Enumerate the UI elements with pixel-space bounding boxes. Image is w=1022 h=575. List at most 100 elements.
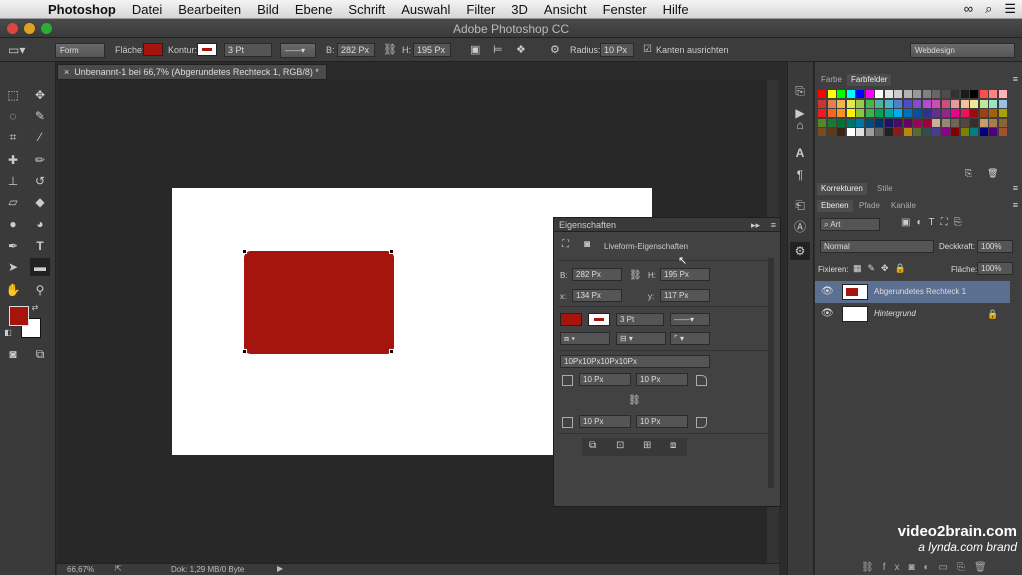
color-swatch[interactable] xyxy=(970,109,978,117)
zoom-tool-icon[interactable]: ⚲ xyxy=(30,281,50,299)
document-tab[interactable]: × Unbenannt-1 bei 66,7% (Abgerundetes Rec… xyxy=(57,64,327,80)
color-swatch[interactable] xyxy=(837,99,845,108)
radius-topleft-field[interactable]: 10 Px xyxy=(579,373,631,386)
color-swatch[interactable] xyxy=(913,118,921,127)
tab-korrekturen[interactable]: Korrekturen xyxy=(817,183,867,195)
color-swatch[interactable] xyxy=(856,90,864,98)
color-swatch[interactable] xyxy=(951,109,959,117)
color-swatch[interactable] xyxy=(932,109,940,117)
color-swatch[interactable] xyxy=(818,99,826,108)
color-swatch[interactable] xyxy=(846,109,855,117)
rounded-rectangle-shape[interactable] xyxy=(244,251,394,354)
tab-ebenen[interactable]: Ebenen xyxy=(817,200,853,212)
fill-color-swatch[interactable] xyxy=(143,43,163,56)
menu-schrift[interactable]: Schrift xyxy=(340,2,393,17)
color-swatch[interactable] xyxy=(932,118,940,127)
color-swatch[interactable] xyxy=(875,99,883,108)
color-swatch[interactable] xyxy=(865,90,874,98)
layer-row[interactable]: 👁 Hintergrund 🔒 xyxy=(815,303,1010,325)
panel-menu-icon[interactable]: ≡ xyxy=(771,218,776,232)
path-selection-tool-icon[interactable]: ➤ xyxy=(3,258,23,276)
color-swatch[interactable] xyxy=(865,109,874,117)
properties-scrollbar[interactable] xyxy=(768,258,774,488)
tab-farbe[interactable]: Farbe xyxy=(817,74,846,86)
healing-brush-tool-icon[interactable]: ✚ xyxy=(3,151,23,169)
status-menu-arrow-icon[interactable]: ▶ xyxy=(277,564,283,573)
color-swatch[interactable] xyxy=(875,128,883,136)
notification-list-icon[interactable]: ☰ xyxy=(1004,1,1016,17)
visibility-eye-icon[interactable]: 👁 xyxy=(821,303,834,325)
history-panel-icon[interactable]: ⎘ xyxy=(790,82,810,100)
swap-colors-icon[interactable]: ⇄ xyxy=(30,299,40,317)
delete-swatch-icon[interactable]: 🗑 xyxy=(987,168,998,179)
color-swatch[interactable] xyxy=(960,128,969,136)
quick-mask-icon[interactable]: ◙ xyxy=(3,345,23,363)
color-swatch[interactable] xyxy=(894,128,902,136)
zoom-level[interactable]: 66,67% xyxy=(67,565,94,574)
layer-name[interactable]: Abgerundetes Rechteck 1 xyxy=(874,281,966,303)
close-tab-icon[interactable]: × xyxy=(64,67,69,77)
tab-stile[interactable]: Stile xyxy=(873,183,897,195)
color-swatch[interactable] xyxy=(818,128,826,136)
marquee-tool-icon[interactable]: ⬚ xyxy=(3,86,23,104)
color-swatch[interactable] xyxy=(970,99,978,108)
link-radii-icon[interactable]: ⛓ xyxy=(628,395,641,406)
radius-bottomleft-field[interactable]: 10 Px xyxy=(579,415,631,428)
character-panel-icon[interactable]: A xyxy=(790,144,810,162)
layer-actions-icons[interactable]: ⛓fx◙◐▭⎘🗑 xyxy=(861,562,996,573)
gear-icon[interactable]: ⚙ xyxy=(550,42,560,58)
brush-tool-icon[interactable]: ✏ xyxy=(30,151,50,169)
stroke-width-field[interactable]: 3 Pt xyxy=(224,43,272,57)
color-swatch[interactable] xyxy=(903,118,912,127)
color-swatch[interactable] xyxy=(922,90,931,98)
menu-3d[interactable]: 3D xyxy=(503,2,536,17)
color-swatch[interactable] xyxy=(941,90,950,98)
color-swatch[interactable] xyxy=(960,90,969,98)
layer-filter-select[interactable]: ⌕ Art xyxy=(820,218,880,231)
color-swatch[interactable] xyxy=(922,109,931,117)
transform-handle[interactable] xyxy=(242,249,247,254)
color-swatch[interactable] xyxy=(865,99,874,108)
screen-mode-icon[interactable]: ⧉ xyxy=(30,345,50,363)
stroke-type-select[interactable]: ——▾ xyxy=(280,43,316,58)
new-swatch-icon[interactable]: ⎘ xyxy=(965,168,972,179)
tab-kanaele[interactable]: Kanäle xyxy=(887,200,920,212)
character-styles-icon[interactable]: Ⓐ xyxy=(790,218,810,236)
stroke-corners-select[interactable]: ⌜ ▾ xyxy=(670,332,710,345)
color-swatch[interactable] xyxy=(884,99,893,108)
swatch-grid[interactable] xyxy=(815,88,1015,154)
color-swatch[interactable] xyxy=(941,99,950,108)
prop-fill-swatch[interactable] xyxy=(560,313,582,326)
color-swatch[interactable] xyxy=(932,99,940,108)
history-brush-tool-icon[interactable]: ↺ xyxy=(30,172,50,190)
color-swatch[interactable] xyxy=(875,118,883,127)
color-swatch[interactable] xyxy=(818,109,826,117)
menu-bearbeiten[interactable]: Bearbeiten xyxy=(170,2,249,17)
menu-filter[interactable]: Filter xyxy=(458,2,503,17)
align-edges-checkbox[interactable]: ☑ xyxy=(643,42,652,58)
color-swatch[interactable] xyxy=(989,118,997,127)
color-swatch[interactable] xyxy=(941,118,950,127)
color-swatch[interactable] xyxy=(998,118,1007,127)
color-swatch[interactable] xyxy=(989,99,997,108)
color-swatch[interactable] xyxy=(837,118,845,127)
color-swatch[interactable] xyxy=(989,109,997,117)
color-swatch[interactable] xyxy=(941,128,950,136)
color-swatch[interactable] xyxy=(875,90,883,98)
color-swatch[interactable] xyxy=(941,109,950,117)
paint-bucket-tool-icon[interactable]: ◆ xyxy=(30,193,50,211)
color-swatch[interactable] xyxy=(951,128,959,136)
color-swatch[interactable] xyxy=(932,128,940,136)
collapse-panel-icon[interactable]: ▸▸ xyxy=(751,218,760,232)
corner-radii-field[interactable]: 10Px10Px10Px10Px xyxy=(560,355,710,368)
swatches-menu-icon[interactable]: ≡ xyxy=(1013,74,1018,84)
color-swatch[interactable] xyxy=(875,109,883,117)
color-swatch[interactable] xyxy=(903,128,912,136)
prop-stroke-type-select[interactable]: ——▾ xyxy=(670,313,710,326)
blend-mode-select[interactable]: Normal xyxy=(820,240,934,253)
color-swatch[interactable] xyxy=(979,99,988,108)
transform-handle[interactable] xyxy=(242,349,247,354)
paragraph-panel-icon[interactable]: ¶ xyxy=(790,166,810,184)
path-arrangement-icon[interactable]: ❖ xyxy=(516,42,526,58)
color-swatch[interactable] xyxy=(827,128,836,136)
